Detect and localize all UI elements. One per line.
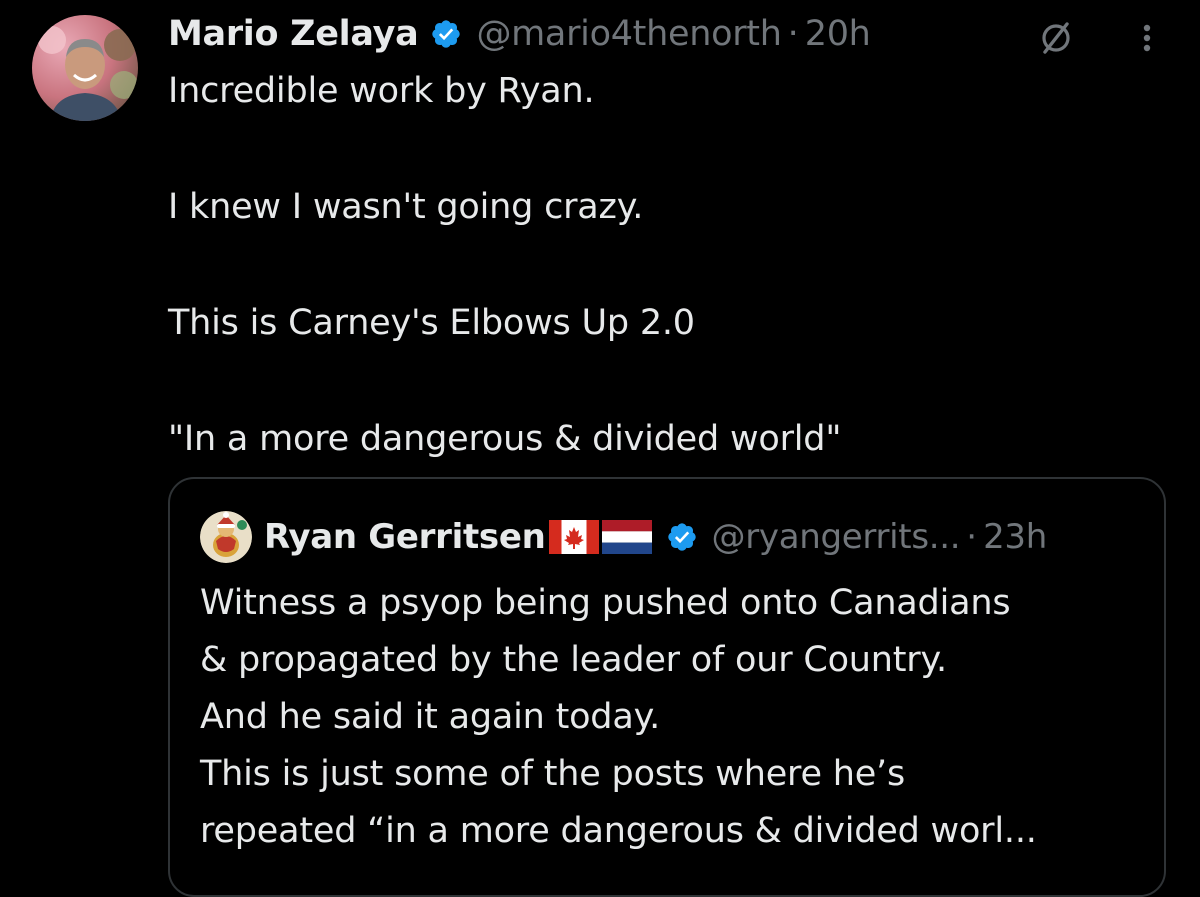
quoted-text-line: This is just some of the posts where he’… [200, 754, 905, 794]
quoted-tweet[interactable]: Ryan Gerritsen @ryangerrits... · 23h Wit… [168, 477, 1166, 897]
avatar-image [32, 15, 138, 121]
verified-badge-icon[interactable] [430, 18, 462, 50]
quoted-tweet-text: Witness a psyop being pushed onto Canadi… [200, 575, 1160, 860]
tweet-text-line: Incredible work by Ryan. [168, 71, 595, 111]
author-name[interactable]: Mario Zelaya [168, 14, 419, 54]
tweet-text-line: "In a more dangerous & divided world" [168, 419, 842, 459]
tweet-time[interactable]: 20h [805, 14, 871, 54]
quoted-author-name[interactable]: Ryan Gerritsen [264, 517, 546, 557]
quoted-text-line: Witness a psyop being pushed onto Canadi… [200, 583, 1011, 623]
tweet-text-line [168, 236, 1148, 294]
tweet-text-line: I knew I wasn't going crazy. [168, 187, 644, 227]
tweet-text-line [168, 120, 1148, 178]
more-icon[interactable] [1132, 18, 1162, 58]
quoted-author-avatar[interactable] [200, 511, 252, 563]
author-handle[interactable]: @mario4thenorth [476, 14, 781, 54]
quoted-text-line: And he said it again today. [200, 697, 661, 737]
quoted-text-line: repeated “in a more dangerous & divided … [200, 811, 1037, 851]
canada-flag-icon [548, 520, 599, 554]
separator-dot: · [787, 14, 799, 54]
verified-badge-icon[interactable] [666, 521, 698, 553]
author-avatar[interactable] [32, 15, 138, 121]
tweet-text: Incredible work by Ryan. I knew I wasn't… [168, 62, 1148, 468]
quoted-author-handle[interactable]: @ryangerrits... [712, 517, 961, 557]
quoted-tweet-header: Ryan Gerritsen @ryangerrits... · 23h [200, 511, 1047, 563]
netherlands-flag-icon [601, 520, 652, 554]
quoted-tweet-time[interactable]: 23h [983, 517, 1047, 557]
tweet-text-line: This is Carney's Elbows Up 2.0 [168, 303, 695, 343]
separator-dot: · [966, 517, 978, 557]
quoted-text-line: & propagated by the leader of our Countr… [200, 640, 947, 680]
tweet-text-line [168, 352, 1148, 410]
tweet-header: Mario Zelaya @mario4thenorth · 20h [168, 8, 871, 60]
grok-icon[interactable] [1036, 18, 1076, 58]
